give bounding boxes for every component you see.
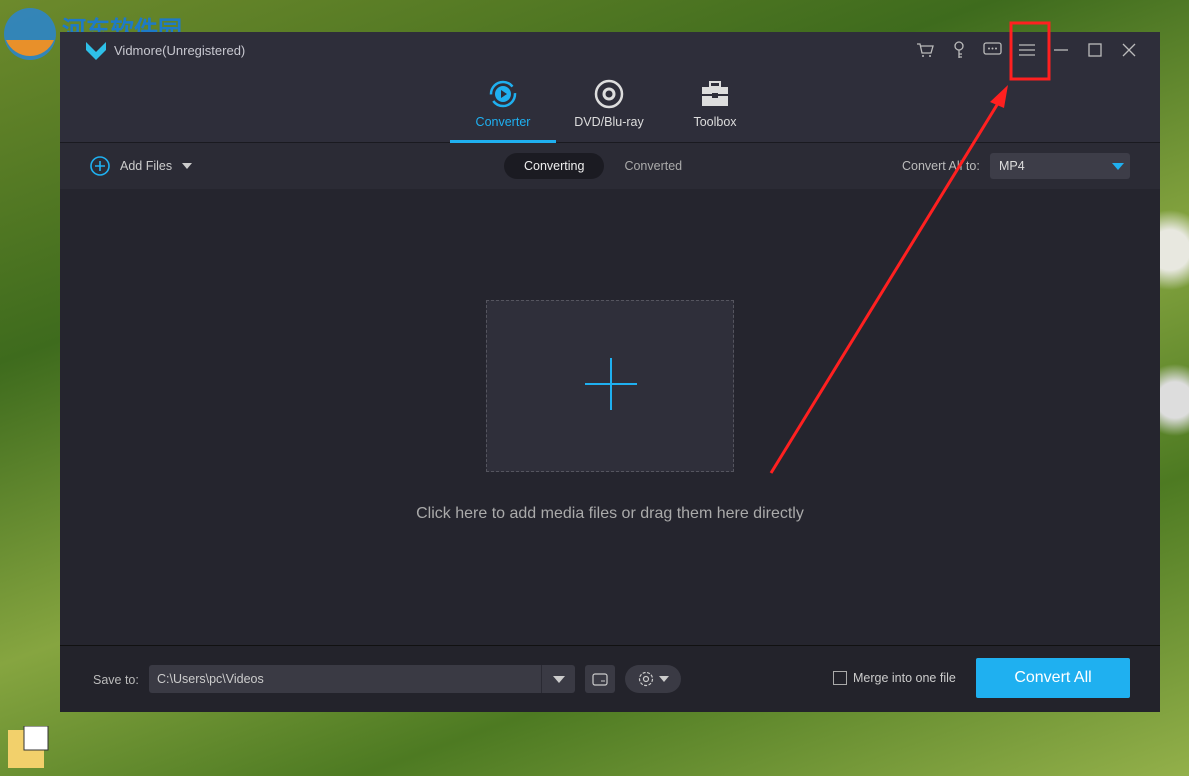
arrow-head-icon bbox=[990, 85, 1008, 108]
desktop-shortcut-icon[interactable] bbox=[8, 726, 50, 768]
annotation-highlight-box bbox=[1009, 21, 1051, 81]
annotation-overlay bbox=[769, 21, 1051, 474]
annotation-arrow bbox=[769, 99, 1002, 474]
